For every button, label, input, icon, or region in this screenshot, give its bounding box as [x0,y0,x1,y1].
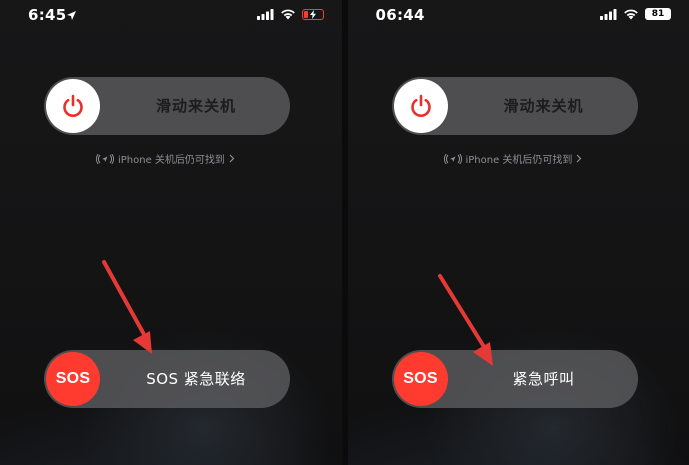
status-bar: 06:44 81 [348,6,689,26]
left-phone-screen: 6:45 滑动来关机 iPhone 关机后仍可找到 SOS SOS 紧急联络 [0,0,342,465]
power-icon [410,94,431,118]
power-slider-knob[interactable] [393,79,448,133]
cellular-signal-icon [600,8,617,20]
power-off-slider[interactable]: 滑动来关机 [44,77,290,135]
power-icon [63,94,83,118]
right-phone-screen: 06:44 81 滑动来关机 iPhone 关机后仍可找到 SOS 紧急呼叫 [347,0,689,465]
status-icons [256,8,324,20]
power-slider-label: 滑动来关机 [503,97,584,115]
location-arrow-icon [67,11,76,20]
sos-slider-label: 紧急呼叫 [512,370,575,388]
sos-slider-knob[interactable]: SOS [393,352,448,406]
emergency-sos-slider[interactable]: SOS 紧急呼叫 [391,350,638,408]
battery-icon: 81 [645,8,671,20]
comparison-screens: 6:45 滑动来关机 iPhone 关机后仍可找到 SOS SOS 紧急联络 0… [0,0,689,465]
battery-icon [301,8,324,20]
status-icons: 81 [600,8,671,20]
find-my-hint-text: iPhone 关机后仍可找到 [465,155,573,166]
status-bar: 6:45 [0,6,342,26]
emergency-sos-slider[interactable]: SOS SOS 紧急联络 [44,350,290,408]
find-my-hint-link[interactable]: iPhone 关机后仍可找到 [443,151,583,166]
find-my-icon [443,153,462,164]
chevron-right-icon [229,154,235,163]
sos-knob-label: SOS [403,370,438,387]
cellular-signal-icon [256,8,273,20]
power-slider-label: 滑动来关机 [155,97,236,115]
find-my-hint-link[interactable]: iPhone 关机后仍可找到 [96,151,235,166]
sos-knob-label: SOS [55,370,91,387]
find-my-icon [96,153,114,164]
status-time: 6:45 [28,6,67,24]
sos-slider-knob[interactable]: SOS [46,352,100,406]
status-time: 06:44 [375,6,425,24]
sos-slider-label: SOS 紧急联络 [146,370,246,388]
find-my-hint-text: iPhone 关机后仍可找到 [118,155,225,166]
wifi-icon [624,9,638,20]
chevron-right-icon [577,154,582,163]
power-off-slider[interactable]: 滑动来关机 [391,77,638,135]
wifi-icon [280,9,295,20]
power-slider-knob[interactable] [46,79,100,133]
